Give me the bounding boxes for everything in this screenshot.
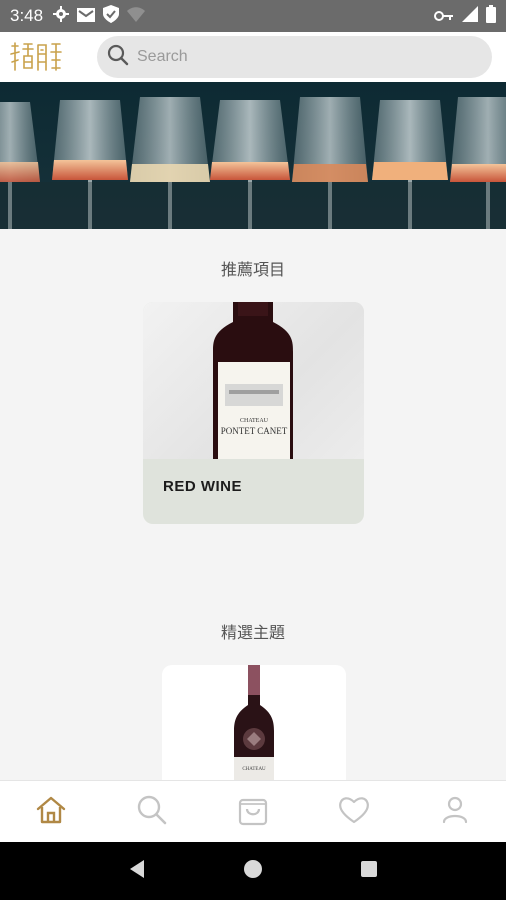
card-label: RED WINE xyxy=(163,478,242,495)
section-title-featured: 精選主題 xyxy=(220,623,285,642)
wine-glasses-image xyxy=(0,82,506,229)
mail-icon xyxy=(77,7,96,26)
shield-icon xyxy=(103,5,120,27)
bag-icon xyxy=(238,794,268,830)
wine-bottle-image: CHATEAU PONTET CANET xyxy=(143,302,364,459)
featured-bottle-label: CHATEAU xyxy=(242,767,266,772)
bottle-label-line1: CHATEAU xyxy=(240,418,269,424)
wifi-off-icon xyxy=(127,6,146,26)
product-card-red-wine[interactable]: CHATEAU PONTET CANET RED WINE xyxy=(143,302,364,524)
search-input[interactable] xyxy=(137,48,457,66)
nav-profile[interactable] xyxy=(430,787,480,837)
recents-square-icon[interactable] xyxy=(360,860,378,882)
back-icon[interactable] xyxy=(128,859,146,883)
nav-cart[interactable] xyxy=(228,787,278,837)
signal-icon xyxy=(462,6,478,26)
system-navigation-bar xyxy=(0,842,506,900)
search-icon xyxy=(137,795,167,829)
status-bar: 3:48 xyxy=(0,0,506,32)
heart-icon xyxy=(338,796,370,828)
gear-icon xyxy=(53,6,70,26)
user-icon xyxy=(442,796,468,828)
nav-favorites[interactable] xyxy=(329,787,379,837)
home-circle-icon[interactable] xyxy=(243,859,263,883)
status-time: 3:48 xyxy=(10,6,44,25)
bottle-label-line2: PONTET CANET xyxy=(221,426,288,436)
nav-home[interactable] xyxy=(26,787,76,837)
brand-logo[interactable] xyxy=(0,32,72,82)
battery-icon xyxy=(486,5,496,27)
key-icon xyxy=(434,7,454,26)
nav-search[interactable] xyxy=(127,787,177,837)
search-bar[interactable] xyxy=(97,36,492,78)
app-header xyxy=(0,32,506,82)
search-icon xyxy=(107,44,129,70)
bottom-navigation xyxy=(0,780,506,842)
section-title-recommended: 推薦項目 xyxy=(220,260,285,279)
home-icon xyxy=(36,796,66,828)
hero-banner[interactable] xyxy=(0,82,506,229)
